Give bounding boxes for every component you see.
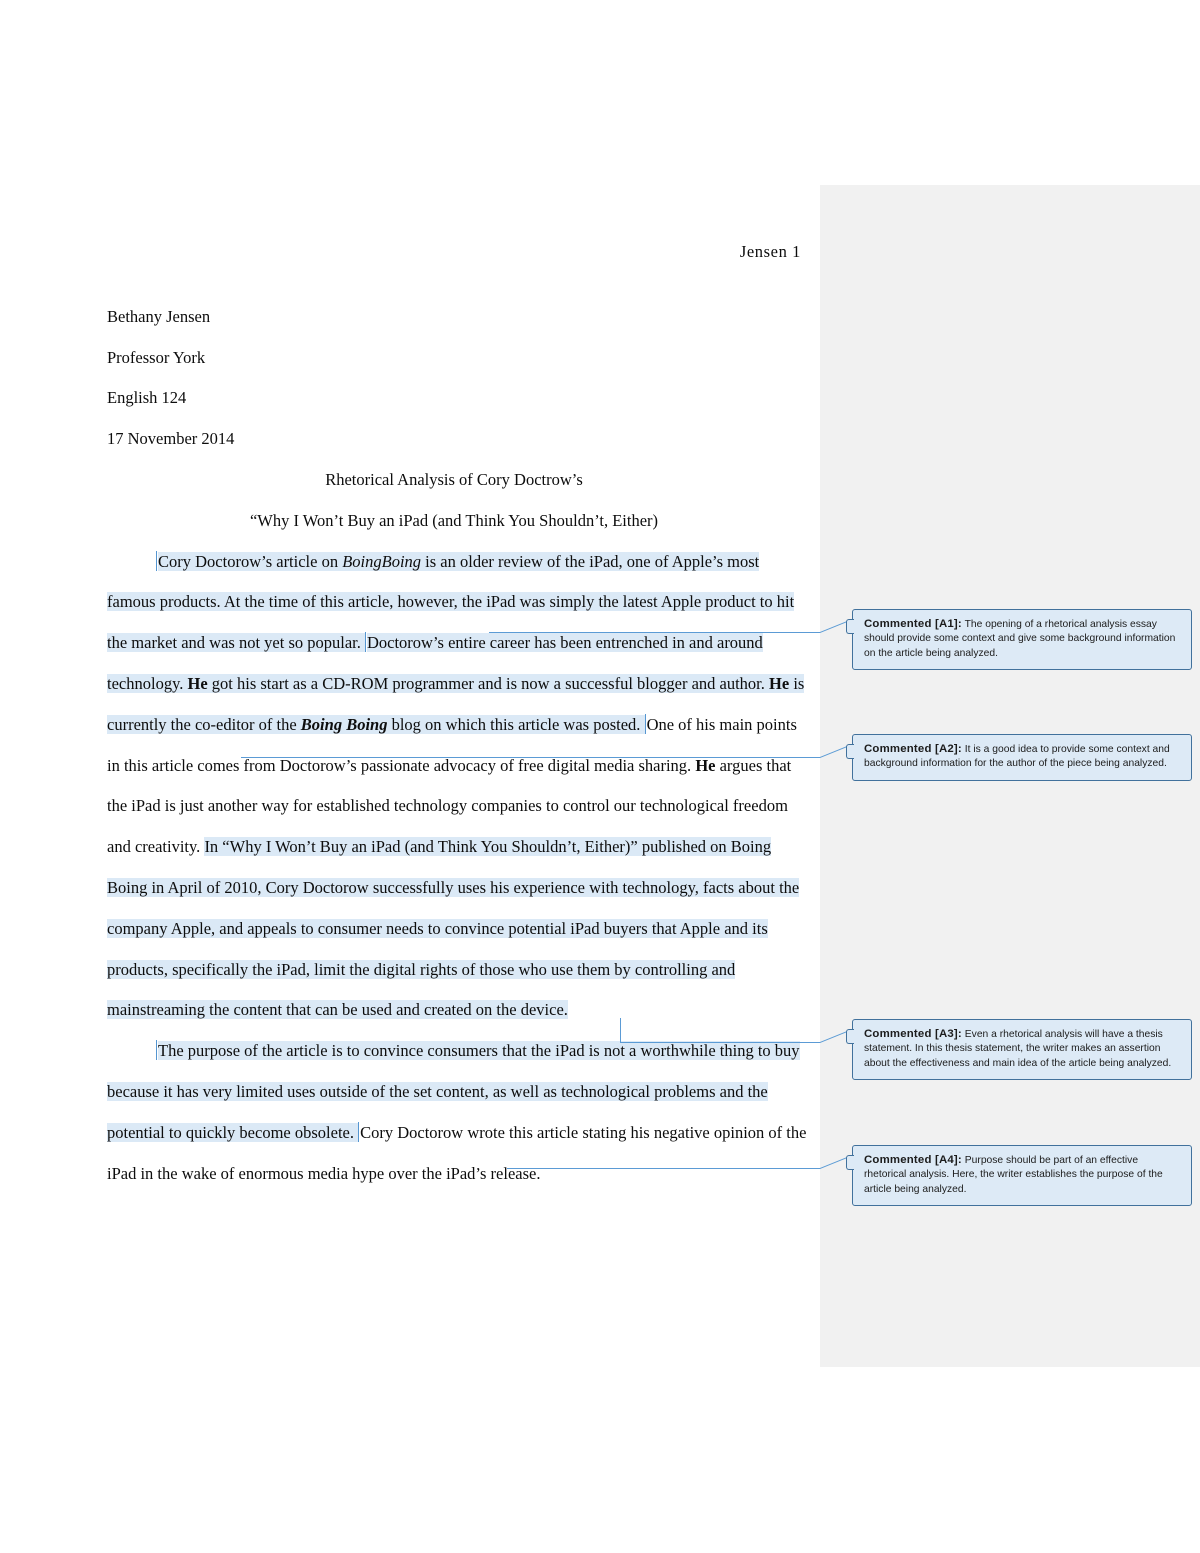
comment-balloon-a3[interactable]: Commented [A3]: Even a rhetorical analys…	[846, 1019, 1192, 1080]
p1-seg-2-italic: BoingBoing	[342, 551, 422, 571]
p1-seg-12-bold: He	[695, 755, 716, 775]
comment-leader-a1	[489, 632, 820, 633]
p1-seg-9-italic: Boing Boing	[300, 714, 388, 734]
comment-leader-a2	[241, 757, 820, 758]
p1-seg-5-bold: He	[187, 673, 208, 693]
p1-seg-7-bold: He	[769, 673, 790, 693]
comment-anchor-a3-bracket	[620, 1018, 621, 1042]
comment-balloon-a4[interactable]: Commented [A4]: Purpose should be part o…	[846, 1145, 1192, 1206]
comment-a3-tag: Commented [A3]:	[864, 1028, 962, 1040]
running-head: Jensen 1	[739, 242, 801, 261]
comment-a1-tag: Commented [A1]:	[864, 618, 962, 630]
p1-seg-1: Cory Doctorow’s article on	[158, 551, 343, 571]
comment-leader-a4	[507, 1168, 820, 1169]
comment-balloon-a2[interactable]: Commented [A2]: It is a good idea to pro…	[846, 734, 1192, 781]
comment-anchor-a4-start	[156, 1040, 157, 1061]
mla-heading-block: Bethany Jensen Professor York English 12…	[107, 297, 807, 460]
essay-title-line-2: “Why I Won’t Buy an iPad (and Think You …	[249, 510, 659, 530]
comment-balloon-a1[interactable]: Commented [A1]: The opening of a rhetori…	[846, 609, 1192, 670]
document-text-column: Jensen 1 Bethany Jensen Professor York E…	[107, 232, 807, 1194]
comment-a2-tag: Commented [A2]:	[864, 743, 962, 755]
body-paragraph-1: Cory Doctorow’s article on BoingBoing is…	[107, 542, 807, 1032]
comment-anchor-a1-start	[156, 550, 157, 571]
comment-anchor-a2-start	[364, 632, 366, 653]
comment-leader-a3	[620, 1042, 820, 1043]
body-paragraph-2: The purpose of the article is to convinc…	[107, 1031, 807, 1194]
comment-anchor-a3-start	[644, 713, 646, 734]
heading-instructor: Professor York	[107, 347, 206, 367]
comment-anchor-a4-end	[358, 1121, 360, 1142]
p1-seg-6: got his start as a CD-ROM programmer and…	[207, 673, 770, 693]
comment-a4-tag: Commented [A4]:	[864, 1154, 962, 1166]
essay-title-line-1: Rhetorical Analysis of Cory Doctrow’s	[325, 469, 583, 489]
p1-seg-14: In “Why I Won’t Buy an iPad (and Think Y…	[107, 837, 800, 1020]
heading-course: English 124	[107, 388, 187, 408]
document-page: Jensen 1 Bethany Jensen Professor York E…	[0, 0, 1200, 1553]
heading-date: 17 November 2014	[107, 429, 235, 449]
heading-author: Bethany Jensen	[107, 306, 211, 326]
p1-seg-10: blog on which this article was posted.	[387, 714, 645, 734]
